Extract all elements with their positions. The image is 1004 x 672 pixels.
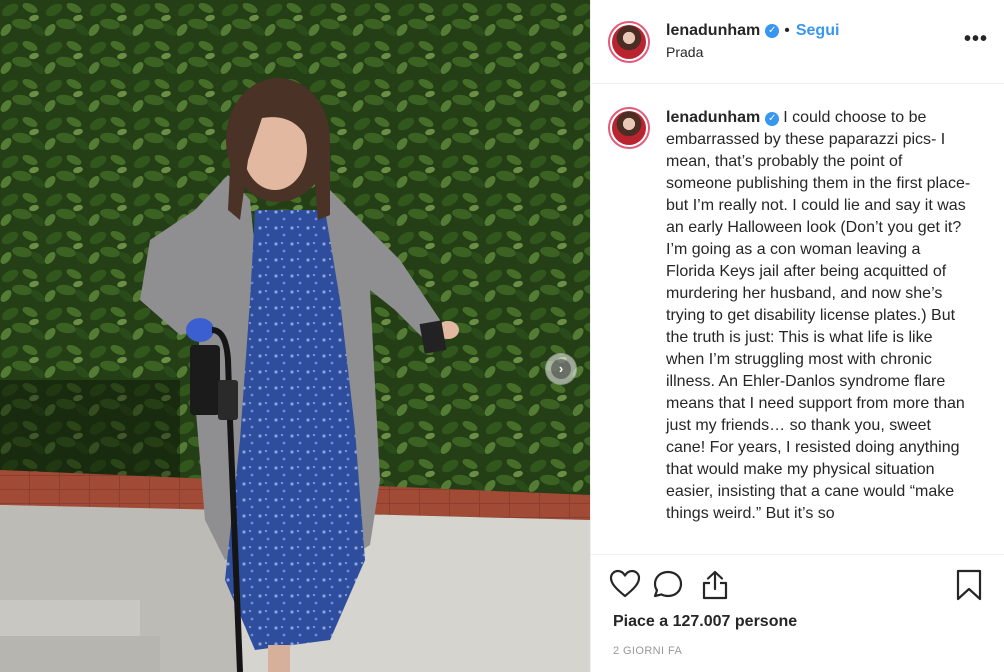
post-header: lenadunham ✓ • Segui Prada ••• [591,0,1004,84]
share-icon[interactable] [699,569,731,601]
location-link[interactable]: Prada [666,44,839,60]
avatar-image [612,24,646,59]
verified-badge-icon: ✓ [765,23,780,38]
caption-username-link[interactable]: lenadunham [666,109,760,126]
likes-number: 127.007 [672,613,731,630]
action-icons [591,555,1004,611]
header-text: lenadunham ✓ • Segui Prada [666,22,839,60]
bookmark-icon[interactable] [955,569,983,601]
likes-prefix: Piace a [613,613,669,630]
avatar[interactable] [608,20,650,63]
carousel-next-button[interactable]: › [545,353,577,385]
likes-suffix: persone [734,613,798,630]
caption-area[interactable]: lenadunham ✓ I could choose to be embarras… [591,84,1004,554]
caption: lenadunham ✓ I could choose to be embarras… [666,107,971,554]
caption-text: I could choose to be embarrassed by thes… [666,109,971,522]
heart-icon[interactable] [609,569,641,599]
username-link[interactable]: lenadunham [666,22,760,40]
photo-illustration [0,0,590,672]
separator-dot: • [784,21,790,39]
post-timestamp[interactable]: 2 GIORNI FA [613,645,682,657]
post-photo[interactable]: › [0,0,590,672]
instagram-post: › lenadunham ✓ • Segui Prada ••• lenadun… [0,0,1004,672]
verified-badge-icon: ✓ [765,112,780,126]
user-row: lenadunham ✓ • Segui [666,22,839,40]
likes-count[interactable]: Piace a 127.007 persone [613,613,797,631]
comment-icon[interactable] [652,569,684,599]
more-options-icon[interactable]: ••• [964,28,988,51]
chevron-right-icon: › [551,359,571,379]
actions-bar: Piace a 127.007 persone 2 GIORNI FA [591,554,1004,672]
caption-avatar[interactable] [608,107,650,149]
follow-button[interactable]: Segui [796,22,840,40]
avatar-image [612,111,646,145]
post-sidebar: lenadunham ✓ • Segui Prada ••• lenadunha… [590,0,1004,672]
